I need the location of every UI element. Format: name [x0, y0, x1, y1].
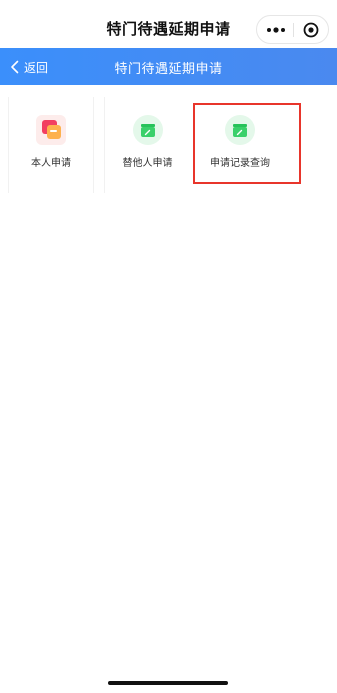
capsule-menu[interactable] [256, 15, 329, 44]
tile-label: 替他人申请 [122, 158, 173, 169]
self-apply-icon [36, 115, 66, 145]
page-title: 特门待遇延期申请 [114, 62, 223, 77]
tile-label: 申请记录查询 [210, 158, 270, 169]
function-grid: 本人申请 替他人申请 申请记录查询 [8, 97, 329, 193]
tile-self-apply[interactable]: 本人申请 [8, 97, 94, 193]
tile-record-query[interactable]: 申请记录查询 [197, 97, 283, 193]
more-dots-icon[interactable] [266, 26, 286, 34]
tile-proxy-apply[interactable]: 替他人申请 [104, 97, 190, 193]
home-indicator [108, 681, 228, 685]
record-query-icon [225, 115, 255, 145]
page-header: 返回 特门待遇延期申请 [0, 48, 337, 85]
capsule-divider [293, 23, 294, 37]
tile-label: 本人申请 [31, 158, 71, 169]
proxy-apply-icon [132, 115, 163, 145]
close-circle-icon[interactable] [303, 22, 319, 38]
mini-program-title-bar: 特门待遇延期申请 [0, 0, 337, 48]
